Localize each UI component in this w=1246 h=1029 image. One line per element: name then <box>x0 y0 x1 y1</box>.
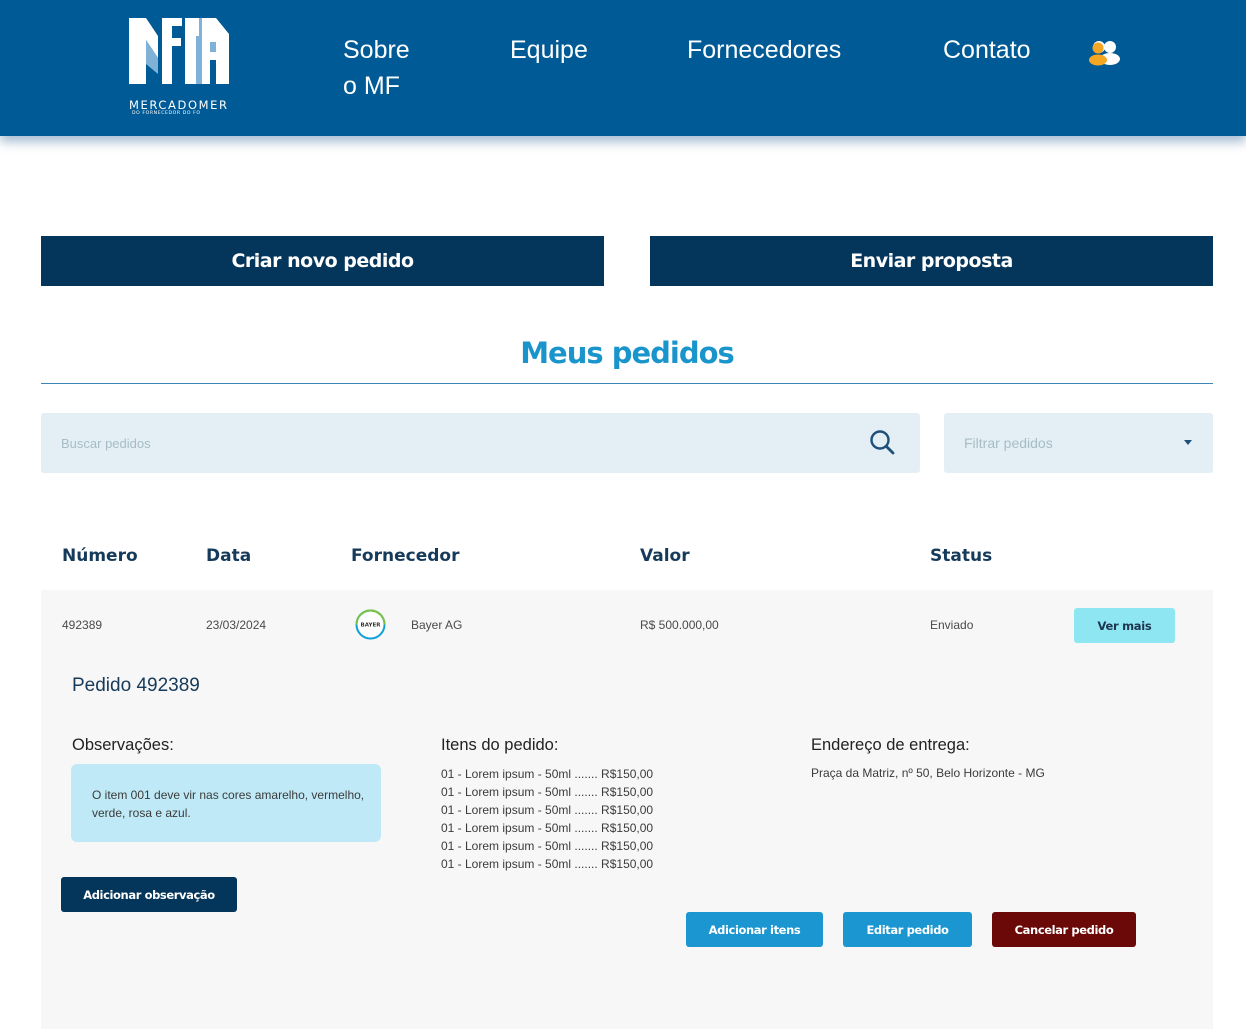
column-header-valor: Valor <box>640 546 690 566</box>
order-detail-title: Pedido 492389 <box>72 675 200 696</box>
nav-sobre-o-mf[interactable]: Sobre o MF <box>343 32 423 104</box>
logo-tagline: DO FORNECEDOR DO FO <box>132 111 201 116</box>
mf-logo-mark <box>129 18 229 84</box>
column-header-numero: Número <box>62 546 138 566</box>
cancel-order-button[interactable]: Cancelar pedido <box>992 912 1136 947</box>
filter-placeholder: Filtrar pedidos <box>964 435 1053 451</box>
users-icon[interactable] <box>1088 38 1122 66</box>
column-header-status: Status <box>930 546 993 566</box>
add-items-button[interactable]: Adicionar itens <box>686 912 823 947</box>
order-item: 01 - Lorem ipsum - 50ml ....... R$150,00 <box>441 767 654 781</box>
chevron-down-icon <box>1184 440 1192 445</box>
bayer-logo-text: BAYER <box>361 623 382 629</box>
search-icon[interactable] <box>868 428 896 456</box>
create-order-button[interactable]: Criar novo pedido <box>41 236 604 286</box>
logo-wordmark: MERCADOMER <box>129 98 229 112</box>
edit-order-button[interactable]: Editar pedido <box>843 912 972 947</box>
column-header-fornecedor: Fornecedor <box>351 546 460 566</box>
order-number: 492389 <box>62 618 103 632</box>
filter-select[interactable]: Filtrar pedidos <box>944 413 1213 473</box>
search-input[interactable] <box>61 433 841 453</box>
order-item: 01 - Lorem ipsum - 50ml ....... R$150,00 <box>441 785 654 799</box>
title-divider <box>41 383 1213 384</box>
search-bar <box>41 413 920 473</box>
column-header-data: Data <box>206 546 252 566</box>
address-label: Endereço de entrega: <box>811 736 970 754</box>
order-item: 01 - Lorem ipsum - 50ml ....... R$150,00 <box>441 857 654 871</box>
observation-note: O item 001 deve vir nas cores amarelho, … <box>71 764 381 842</box>
order-supplier: Bayer AG <box>411 618 463 632</box>
top-navbar: MERCADOMER DO FORNECEDOR DO FO Sobre o M… <box>0 0 1246 136</box>
observations-label: Observações: <box>72 736 174 754</box>
order-items-list: 01 - Lorem ipsum - 50ml ....... R$150,00… <box>441 765 653 873</box>
add-observation-button[interactable]: Adicionar observação <box>61 877 237 912</box>
order-status: Enviado <box>930 618 974 632</box>
order-item: 01 - Lorem ipsum - 50ml ....... R$150,00 <box>441 839 654 853</box>
nav-equipe[interactable]: Equipe <box>510 32 588 68</box>
mercadomer-logo[interactable]: MERCADOMER DO FORNECEDOR DO FO <box>124 14 236 118</box>
send-proposal-button[interactable]: Enviar proposta <box>650 236 1213 286</box>
bayer-logo: BAYER <box>355 609 386 640</box>
nav-fornecedores[interactable]: Fornecedores <box>687 32 841 68</box>
items-label: Itens do pedido: <box>441 736 559 754</box>
delivery-address: Praça da Matriz, nº 50, Belo Horizonte -… <box>811 766 1045 780</box>
order-item: 01 - Lorem ipsum - 50ml ....... R$150,00 <box>441 821 654 835</box>
ver-mais-button[interactable]: Ver mais <box>1074 608 1175 643</box>
order-date: 23/03/2024 <box>206 618 267 632</box>
order-item: 01 - Lorem ipsum - 50ml ....... R$150,00 <box>441 803 654 817</box>
order-value: R$ 500.000,00 <box>640 618 719 632</box>
nav-contato[interactable]: Contato <box>943 32 1031 68</box>
page-title: Meus pedidos <box>520 336 735 370</box>
